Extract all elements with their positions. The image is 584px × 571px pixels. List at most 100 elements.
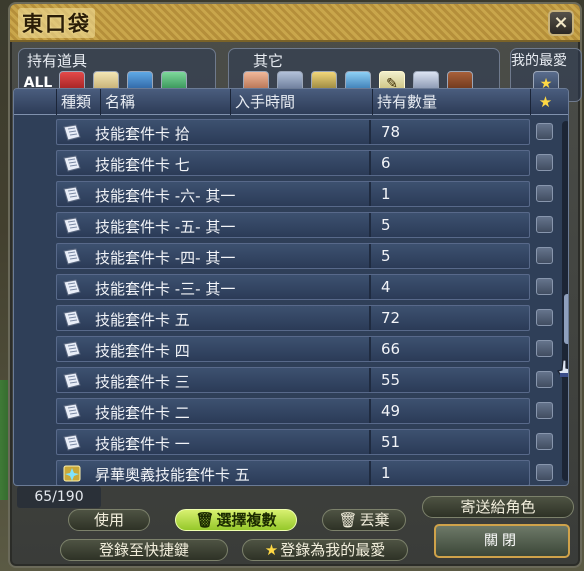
favorite-checkbox[interactable] [536, 371, 553, 388]
column-divider [369, 306, 371, 330]
favorite-checkbox[interactable] [536, 247, 553, 264]
favorite-checkbox[interactable] [536, 123, 553, 140]
multi-select-button[interactable]: 🗑 選擇複數 [175, 509, 297, 531]
favorite-checkbox[interactable] [536, 309, 553, 326]
multi-select-label: 選擇複數 [216, 511, 277, 529]
card-icon [63, 341, 81, 358]
item-name: 昇華奧義技能套件卡 五 [95, 466, 250, 484]
list-item[interactable]: 技能套件卡 拾 78 [56, 119, 530, 145]
favorite-checkbox[interactable] [536, 185, 553, 202]
item-name: 技能套件卡 -四- 其一 [95, 249, 236, 267]
trash-icon: 🗑 [338, 511, 358, 529]
list-item[interactable]: 技能套件卡 五 72 [56, 305, 530, 331]
favorite-checkbox[interactable] [536, 433, 553, 450]
item-quantity: 1 [381, 464, 391, 482]
card-icon [63, 186, 81, 203]
register-shortcut-button[interactable]: 登錄至快捷鍵 [60, 539, 228, 561]
scrollbar-thumb[interactable] [564, 294, 568, 344]
item-quantity: 1 [381, 185, 391, 203]
item-name: 技能套件卡 五 [95, 311, 190, 329]
item-quantity: 49 [381, 402, 401, 420]
column-divider [369, 182, 371, 206]
special-card-icon [63, 465, 81, 482]
item-name: 技能套件卡 二 [95, 404, 190, 422]
list-item[interactable]: 昇華奧義技能套件卡 五 1 [56, 460, 530, 485]
item-name: 技能套件卡 -五- 其一 [95, 218, 236, 236]
item-quantity: 6 [381, 154, 391, 172]
favorite-checkbox[interactable] [536, 278, 553, 295]
group-label-held: 持有道具 [27, 52, 88, 70]
title-bar[interactable]: 東口袋 × [10, 4, 580, 42]
item-quantity: 78 [381, 123, 401, 141]
window-title: 東口袋 [18, 8, 95, 38]
close-icon[interactable]: × [548, 10, 574, 36]
card-icon [63, 403, 81, 420]
card-icon [63, 372, 81, 389]
discard-button[interactable]: 🗑 丟棄 [322, 509, 406, 531]
item-quantity: 51 [381, 433, 401, 451]
list-item[interactable]: 技能套件卡 -三- 其一 4 [56, 274, 530, 300]
close-button[interactable]: 關閉 [434, 524, 570, 558]
item-name: 技能套件卡 拾 [95, 125, 190, 143]
column-divider [369, 461, 371, 485]
column-divider [369, 120, 371, 144]
header-quantity[interactable]: 持有數量 [372, 89, 530, 115]
list-item[interactable]: 技能套件卡 四 66 [56, 336, 530, 362]
column-divider [369, 151, 371, 175]
use-button[interactable]: 使用 [68, 509, 150, 531]
header-favorite-star-icon[interactable]: ★ [530, 89, 560, 115]
card-icon [63, 217, 81, 234]
favorite-checkbox[interactable] [536, 464, 553, 481]
item-quantity: 5 [381, 216, 391, 234]
favorite-checkbox[interactable] [536, 402, 553, 419]
item-name: 技能套件卡 七 [95, 156, 190, 174]
card-icon [63, 279, 81, 296]
column-divider [369, 213, 371, 237]
item-name: 技能套件卡 四 [95, 342, 190, 360]
header-acquired-time[interactable]: 入手時間 [230, 89, 372, 115]
item-name: 技能套件卡 -六- 其一 [95, 187, 236, 205]
item-quantity: 55 [381, 371, 401, 389]
item-count: 65/190 [17, 486, 101, 508]
item-name: 技能套件卡 -三- 其一 [95, 280, 236, 298]
column-divider [369, 399, 371, 423]
card-icon [63, 310, 81, 327]
item-quantity: 66 [381, 340, 401, 358]
favorite-checkbox[interactable] [536, 154, 553, 171]
column-divider [369, 368, 371, 392]
item-quantity: 72 [381, 309, 401, 327]
item-list: 種類 名稱 入手時間 持有數量 ★ 技能套件卡 拾 78 技能套件卡 七 6 技能套件卡… [13, 88, 569, 486]
column-divider [369, 244, 371, 268]
card-icon [63, 155, 81, 172]
favorite-checkbox[interactable] [536, 340, 553, 357]
card-icon [63, 434, 81, 451]
card-icon [63, 124, 81, 141]
list-item[interactable]: 技能套件卡 二 49 [56, 398, 530, 424]
favorite-checkbox[interactable] [536, 216, 553, 233]
list-item[interactable]: 技能套件卡 -五- 其一 5 [56, 212, 530, 238]
hand-cursor-icon [557, 359, 568, 378]
register-favorite-label: 登錄為我的最愛 [280, 541, 386, 559]
item-name: 技能套件卡 三 [95, 373, 190, 391]
column-divider [369, 337, 371, 361]
star-icon: ★ [264, 541, 279, 559]
header-name[interactable]: 名稱 [100, 89, 230, 115]
header-type[interactable]: 種類 [56, 89, 100, 115]
item-quantity: 5 [381, 247, 391, 265]
list-header: 種類 名稱 入手時間 持有數量 ★ [14, 89, 568, 115]
group-label-favorites: 我的最愛 [511, 53, 567, 69]
list-item[interactable]: 技能套件卡 七 6 [56, 150, 530, 176]
item-quantity: 4 [381, 278, 391, 296]
list-item[interactable]: 技能套件卡 一 51 [56, 429, 530, 455]
column-divider [369, 430, 371, 454]
list-item[interactable]: 技能套件卡 三 55 [56, 367, 530, 393]
trash-icon: 🗑 [195, 511, 215, 529]
item-name: 技能套件卡 一 [95, 435, 190, 453]
discard-label: 丟棄 [359, 511, 390, 529]
send-to-character-button[interactable]: 寄送給角色 [422, 496, 574, 518]
list-item[interactable]: 技能套件卡 -六- 其一 1 [56, 181, 530, 207]
group-label-other: 其它 [253, 52, 284, 70]
column-divider [369, 275, 371, 299]
list-item[interactable]: 技能套件卡 -四- 其一 5 [56, 243, 530, 269]
register-favorite-button[interactable]: ★ 登錄為我的最愛 [242, 539, 408, 561]
